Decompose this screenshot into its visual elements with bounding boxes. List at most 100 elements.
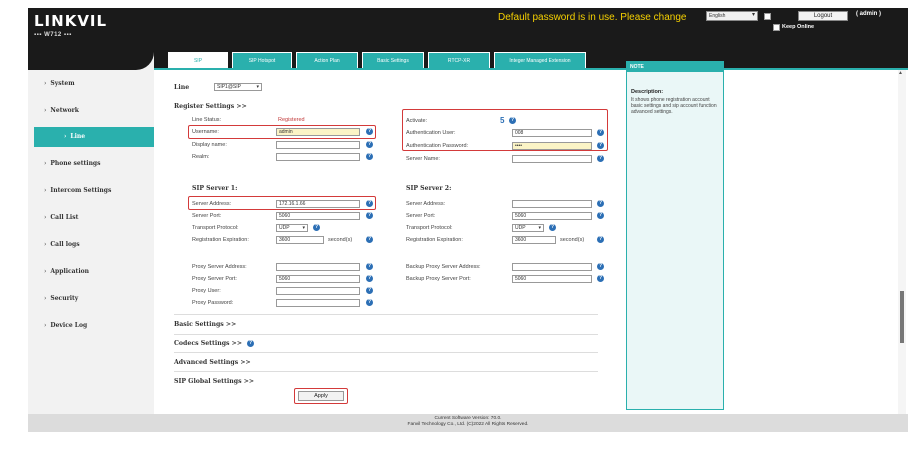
help-icon[interactable]: ? — [366, 212, 373, 219]
sidebar-item-line[interactable]: Line — [34, 127, 154, 147]
brand-logo: LINKVIL — [34, 12, 108, 30]
sidebar-item-phone-settings[interactable]: Phone settings — [28, 154, 154, 174]
advanced-settings-section[interactable]: Advanced Settings >> — [174, 359, 251, 366]
server1-expiration-label: Registration Expiration: — [192, 237, 249, 243]
tab-underline — [154, 68, 908, 70]
description-panel: NOTE Description: It shows phone registr… — [626, 61, 724, 410]
proxy-password-label: Proxy Password: — [192, 300, 234, 306]
backup-proxy-port-label: Backup Proxy Server Port: — [406, 276, 471, 282]
model-text: W712 — [44, 32, 62, 38]
footer: Current Software Version: 70.0. Fanvil T… — [28, 414, 908, 432]
copyright: Fanvil Technology Co., Ltd. (C)2022 All … — [407, 422, 529, 427]
basic-settings-section[interactable]: Basic Settings >> — [174, 321, 236, 328]
register-settings-title[interactable]: Register Settings >> — [174, 103, 247, 110]
section-divider — [174, 334, 598, 335]
server-name-input[interactable] — [512, 155, 592, 163]
server2-address-input[interactable] — [512, 200, 592, 208]
line-status-label: Line Status: — [192, 117, 222, 123]
scrollbar-thumb[interactable] — [900, 291, 904, 343]
server-address-highlight — [188, 196, 376, 210]
apply-highlight — [294, 388, 348, 404]
help-icon[interactable]: ? — [366, 299, 373, 306]
proxy-port-label: Proxy Server Port: — [192, 276, 237, 282]
proxy-address-input[interactable] — [276, 263, 360, 271]
codecs-settings-section[interactable]: Codecs Settings >> — [174, 340, 242, 347]
help-icon[interactable]: ? — [597, 155, 604, 162]
sidebar-item-security[interactable]: Security — [28, 289, 154, 309]
help-icon[interactable]: ? — [366, 287, 373, 294]
model-label: ▪▪▪ W712 ▪▪▪ — [34, 32, 72, 38]
sidebar-item-call-list[interactable]: Call List — [28, 208, 154, 228]
line-select[interactable]: SIP1@SIP — [214, 83, 262, 91]
scroll-up-icon[interactable]: ▲ — [898, 70, 903, 76]
sidebar-item-call-logs[interactable]: Call logs — [28, 235, 154, 255]
server2-port-input[interactable]: 5060 — [512, 212, 592, 220]
section-divider — [174, 371, 598, 372]
realm-input[interactable] — [276, 153, 360, 161]
sidebar-item-intercom-settings[interactable]: Intercom Settings — [28, 181, 154, 201]
help-icon[interactable]: ? — [247, 340, 254, 347]
server1-port-label: Server Port: — [192, 213, 222, 219]
server2-transport-label: Transport Protocol: — [406, 225, 453, 231]
sidebar-item-device-log[interactable]: Device Log — [28, 316, 154, 336]
help-icon[interactable]: ? — [366, 153, 373, 160]
backup-proxy-address-input[interactable] — [512, 263, 592, 271]
language-select[interactable]: English — [706, 11, 758, 21]
keep-online-label: Keep Online — [782, 24, 815, 30]
proxy-user-label: Proxy User: — [192, 288, 221, 294]
section-divider — [174, 314, 598, 315]
help-icon[interactable]: ? — [597, 275, 604, 282]
server1-transport-select[interactable]: UDP — [276, 224, 308, 232]
server2-address-label: Server Address: — [406, 201, 446, 207]
server1-expiration-input[interactable]: 3600 — [276, 236, 324, 244]
sidebar-item-application[interactable]: Application — [28, 262, 154, 282]
help-icon[interactable]: ? — [366, 236, 373, 243]
sip-server1-title: SIP Server 1: — [192, 185, 238, 192]
current-user-label: ( admin ) — [856, 11, 881, 17]
proxy-port-input[interactable]: 5060 — [276, 275, 360, 283]
server2-expiration-label: Registration Expiration: — [406, 237, 463, 243]
help-icon[interactable]: ? — [597, 212, 604, 219]
activation-auth-highlight — [402, 109, 608, 151]
help-icon[interactable]: ? — [597, 236, 604, 243]
display-name-label: Display name: — [192, 142, 227, 148]
help-icon[interactable]: ? — [313, 224, 320, 231]
top-header: LINKVIL ▪▪▪ W712 ▪▪▪ Default password is… — [28, 8, 908, 46]
sidebar-item-system[interactable]: System — [28, 74, 154, 94]
proxy-user-input[interactable] — [276, 287, 360, 295]
proxy-password-input[interactable] — [276, 299, 360, 307]
help-icon[interactable]: ? — [366, 263, 373, 270]
keep-online-checkbox[interactable] — [773, 24, 780, 31]
sidebar-item-network[interactable]: Network — [28, 101, 154, 121]
sidebar: System Network Line Phone settings Inter… — [28, 46, 154, 414]
server1-port-input[interactable]: 5060 — [276, 212, 360, 220]
line-status-value: Registered — [278, 117, 305, 123]
default-password-warning: Default password is in use. Please chang… — [498, 12, 687, 23]
description-text: It shows phone registration account basi… — [631, 97, 717, 115]
line-label: Line — [174, 84, 190, 91]
backup-proxy-address-label: Backup Proxy Server Address: — [406, 264, 481, 270]
server1-transport-label: Transport Protocol: — [192, 225, 239, 231]
help-icon[interactable]: ? — [597, 263, 604, 270]
page-scrollbar[interactable] — [898, 70, 906, 414]
server-name-label: Server Name: — [406, 156, 440, 162]
server2-transport-select[interactable]: UDP — [512, 224, 544, 232]
help-icon[interactable]: ? — [366, 275, 373, 282]
description-title: Description: — [631, 89, 664, 95]
server2-expiration-unit: second(s) — [560, 237, 585, 243]
sidebar-header-curve — [28, 46, 154, 70]
username-highlight — [188, 125, 376, 139]
sip-global-settings-section[interactable]: SIP Global Settings >> — [174, 378, 254, 385]
server2-expiration-input[interactable]: 3600 — [512, 236, 556, 244]
sip-server2-title: SIP Server 2: — [406, 185, 452, 192]
language-checkbox[interactable] — [764, 13, 771, 20]
help-icon[interactable]: ? — [549, 224, 556, 231]
logout-button[interactable]: Logout — [798, 11, 848, 21]
help-icon[interactable]: ? — [597, 200, 604, 207]
display-name-input[interactable] — [276, 141, 360, 149]
help-icon[interactable]: ? — [366, 141, 373, 148]
section-divider — [174, 352, 598, 353]
server1-expiration-unit: second(s) — [328, 237, 353, 243]
description-header: NOTE — [627, 62, 723, 72]
backup-proxy-port-input[interactable]: 5060 — [512, 275, 592, 283]
